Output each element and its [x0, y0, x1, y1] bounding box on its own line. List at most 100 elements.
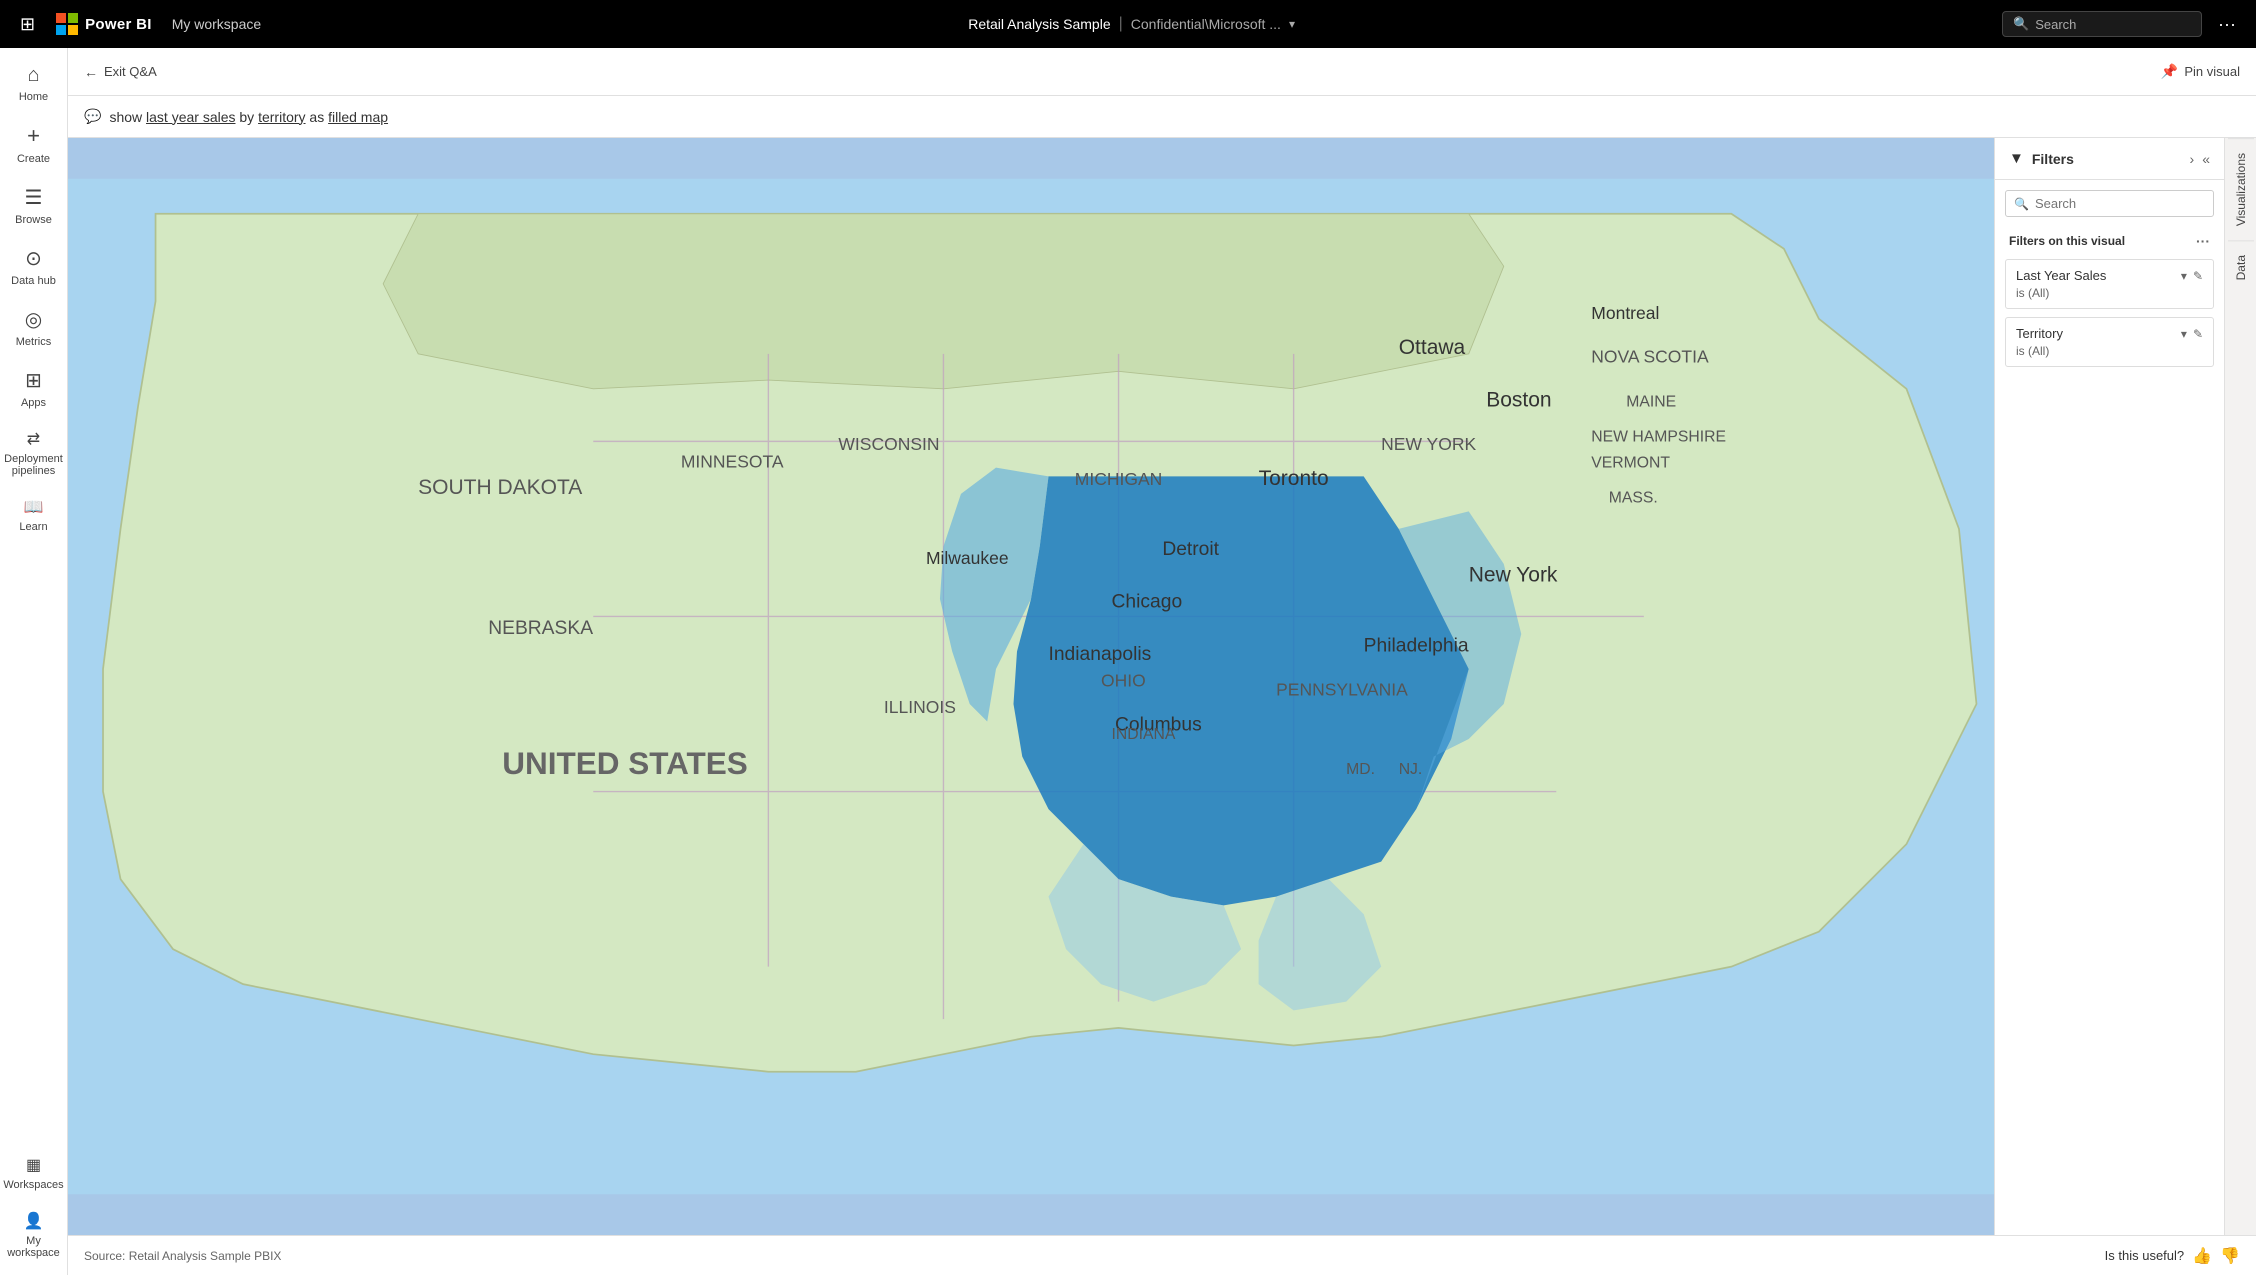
filters-collapse-icon[interactable]: «: [2202, 151, 2210, 167]
filters-section-label: Filters on this visual ···: [1995, 227, 2224, 255]
microsoft-logo-icon: [55, 12, 79, 36]
thumbdown-button[interactable]: 👎: [2220, 1246, 2240, 1266]
search-icon: 🔍: [2013, 16, 2029, 32]
sidebar-item-label: Workspaces: [3, 1179, 63, 1191]
svg-text:VERMONT: VERMONT: [1591, 455, 1670, 472]
sidebar-item-label: Learn: [19, 521, 47, 533]
svg-text:Chicago: Chicago: [1112, 592, 1183, 613]
sidebar-item-learn[interactable]: 📖 Learn: [4, 489, 64, 541]
waffle-icon[interactable]: ⊞: [12, 10, 43, 39]
apps-icon: ⊞: [25, 368, 42, 393]
filter-item-header: Territory ▾ ✎: [2016, 326, 2203, 341]
filters-icon: ▼: [2009, 150, 2024, 167]
sidebar-item-apps[interactable]: ⊞ Apps: [4, 360, 64, 417]
qa-bar[interactable]: 💬 show last year sales by territory as f…: [68, 96, 2256, 138]
sidebar-item-home[interactable]: ⌂ Home: [4, 56, 64, 111]
svg-text:UNITED STATES: UNITED STATES: [502, 745, 748, 781]
sidebar-item-label: My workspace: [7, 1235, 60, 1259]
svg-text:MASS.: MASS.: [1609, 490, 1658, 507]
qa-highlight-lastyearsales: last year sales: [146, 109, 235, 125]
title-separator: |: [1119, 15, 1123, 33]
right-tabs: Visualizations Data: [2224, 138, 2256, 1235]
sidebar-item-myworkspace[interactable]: 👤 My workspace: [4, 1203, 64, 1267]
exit-qa-label: Exit Q&A: [104, 64, 157, 79]
svg-text:Detroit: Detroit: [1162, 539, 1219, 560]
subtitle-chevron-icon[interactable]: ▾: [1289, 17, 1295, 31]
filters-section-more-icon[interactable]: ···: [2196, 233, 2210, 249]
feedback-label: Is this useful?: [2105, 1248, 2185, 1263]
sidebar-item-label: Deployment pipelines: [4, 453, 63, 477]
global-search-box[interactable]: 🔍 Search: [2002, 11, 2202, 37]
sub-toolbar: ← Exit Q&A 📌 Pin visual: [68, 48, 2256, 96]
qa-highlight-territory: territory: [258, 109, 305, 125]
sidebar-item-datahub[interactable]: ⊙ Data hub: [4, 238, 64, 295]
product-name: Power BI: [85, 16, 152, 33]
sidebar-item-label: Metrics: [16, 336, 51, 348]
filter-item-header: Last Year Sales ▾ ✎: [2016, 268, 2203, 283]
tab-visualizations[interactable]: Visualizations: [2228, 138, 2254, 240]
pin-icon: 📌: [2161, 63, 2178, 80]
search-placeholder-text: Search: [2035, 17, 2076, 32]
filters-header: ▼ Filters › «: [1995, 138, 2224, 180]
svg-text:MICHIGAN: MICHIGAN: [1075, 469, 1163, 489]
content-area: ← Exit Q&A 📌 Pin visual 💬 show last year…: [68, 48, 2256, 1275]
home-icon: ⌂: [27, 64, 39, 87]
svg-text:OHIO: OHIO: [1101, 671, 1146, 691]
svg-text:ILLINOIS: ILLINOIS: [884, 697, 956, 717]
svg-text:MAINE: MAINE: [1626, 393, 1676, 410]
workspaces-icon: ▦: [26, 1155, 41, 1175]
filters-panel: ▼ Filters › « 🔍 Filters on this visual ·…: [1994, 138, 2224, 1235]
footer-feedback: Is this useful? 👍 👎: [2105, 1246, 2240, 1266]
qa-bubble-icon: 💬: [84, 108, 101, 125]
sidebar-item-workspaces[interactable]: ▦ Workspaces: [4, 1147, 64, 1199]
myworkspace-icon: 👤: [24, 1211, 44, 1231]
filter-chevron-icon[interactable]: ▾: [2181, 269, 2187, 283]
filter-chevron-icon[interactable]: ▾: [2181, 327, 2187, 341]
pin-visual-button[interactable]: 📌 Pin visual: [2161, 63, 2240, 80]
svg-text:Boston: Boston: [1486, 388, 1551, 411]
svg-text:SOUTH DAKOTA: SOUTH DAKOTA: [418, 476, 582, 499]
filter-value: is (All): [2016, 286, 2203, 300]
filters-search-box[interactable]: 🔍: [2005, 190, 2214, 217]
svg-text:NEW YORK: NEW YORK: [1381, 434, 1476, 454]
thumbup-button[interactable]: 👍: [2192, 1246, 2212, 1266]
svg-text:MINNESOTA: MINNESOTA: [681, 452, 784, 472]
filter-edit-icon[interactable]: ✎: [2193, 269, 2203, 283]
browse-icon: ☰: [25, 185, 43, 210]
qa-prompt-text: show last year sales by territory as fil…: [109, 109, 388, 125]
datahub-icon: ⊙: [25, 246, 42, 271]
svg-text:Montreal: Montreal: [1591, 303, 1659, 323]
sidebar-item-browse[interactable]: ☰ Browse: [4, 177, 64, 234]
svg-text:NOVA SCOTIA: NOVA SCOTIA: [1591, 347, 1709, 367]
svg-text:Milwaukee: Milwaukee: [926, 548, 1009, 568]
workspace-label[interactable]: My workspace: [172, 16, 261, 32]
svg-text:Toronto: Toronto: [1259, 467, 1329, 490]
svg-text:INDIANA: INDIANA: [1112, 726, 1176, 743]
topbar-center: Retail Analysis Sample | Confidential\Mi…: [273, 15, 1990, 33]
filters-title: Filters: [2032, 151, 2182, 167]
pin-visual-label: Pin visual: [2184, 64, 2240, 79]
exit-qa-button[interactable]: ← Exit Q&A: [84, 64, 157, 80]
filters-search-input[interactable]: [2035, 196, 2211, 211]
sidebar-item-metrics[interactable]: ◎ Metrics: [4, 299, 64, 356]
filter-edit-icon[interactable]: ✎: [2193, 327, 2203, 341]
sidebar-item-create[interactable]: + Create: [4, 115, 64, 173]
sidebar-item-deployment[interactable]: ⇄ Deployment pipelines: [4, 421, 64, 485]
topbar-right: 🔍 Search ···: [2002, 10, 2244, 39]
report-subtitle: Confidential\Microsoft ...: [1131, 16, 1281, 32]
footer-source-text: Source: Retail Analysis Sample PBIX: [84, 1249, 281, 1263]
deployment-icon: ⇄: [27, 429, 40, 449]
more-options-button[interactable]: ···: [2210, 10, 2244, 39]
logo: Power BI: [55, 12, 152, 36]
filter-value: is (All): [2016, 344, 2203, 358]
filter-item-lastyearsales[interactable]: Last Year Sales ▾ ✎ is (All): [2005, 259, 2214, 309]
body-row: Chicago Milwaukee Indianapolis Columbus …: [68, 138, 2256, 1235]
filter-item-territory[interactable]: Territory ▾ ✎ is (All): [2005, 317, 2214, 367]
svg-text:PENNSYLVANIA: PENNSYLVANIA: [1276, 679, 1408, 699]
tab-data[interactable]: Data: [2228, 240, 2254, 294]
sidebar: ⌂ Home + Create ☰ Browse ⊙ Data hub ◎ Me…: [0, 48, 68, 1275]
map-area[interactable]: Chicago Milwaukee Indianapolis Columbus …: [68, 138, 1994, 1235]
sidebar-item-label: Data hub: [11, 275, 56, 287]
svg-text:MD.: MD.: [1346, 761, 1375, 778]
filters-expand-icon[interactable]: ›: [2190, 151, 2195, 167]
